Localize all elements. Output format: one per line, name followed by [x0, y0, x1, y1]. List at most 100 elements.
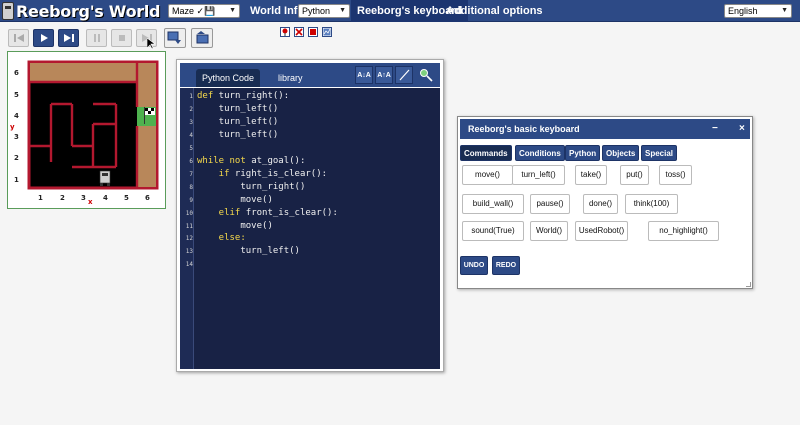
line-number: 9: [189, 196, 193, 204]
code-keyword: def: [197, 91, 214, 101]
line-number: 11: [185, 222, 193, 230]
y-axis-label: 2: [14, 154, 19, 162]
world-select[interactable]: Maze ✓💾 ▼: [168, 4, 240, 18]
code-line: def turn_right():: [197, 91, 289, 102]
code-line: else:: [197, 233, 246, 244]
language-select[interactable]: Python ▼: [298, 4, 350, 18]
y-axis-label: 3: [14, 133, 19, 141]
editor-header: Python Code library A↓A A↑A: [180, 63, 440, 87]
command-button[interactable]: take(): [575, 165, 607, 185]
code-line: move(): [197, 195, 273, 206]
tab-library[interactable]: library: [272, 69, 309, 87]
command-button[interactable]: move(): [462, 165, 513, 185]
y-axis-label: 6: [14, 69, 19, 77]
line-number: 5: [189, 144, 193, 152]
line-number: 10: [185, 209, 193, 217]
command-button[interactable]: build_wall(): [462, 194, 524, 214]
code-line: while not at_goal():: [197, 156, 305, 167]
command-button[interactable]: World(): [530, 221, 568, 241]
undo-button[interactable]: UNDO: [460, 256, 488, 275]
code-line: turn_left(): [197, 246, 300, 257]
graph-icon[interactable]: [322, 27, 332, 37]
code-text: move(): [197, 194, 273, 205]
load-world-icon: [196, 31, 209, 44]
code-text: move(): [197, 220, 273, 231]
command-button[interactable]: no_highlight(): [648, 221, 719, 241]
increase-font-button[interactable]: A↑A: [375, 66, 393, 84]
code-text: right_is_clear():: [229, 168, 328, 179]
additional-options-menu[interactable]: Additional options: [440, 0, 549, 22]
tab-python-code[interactable]: Python Code: [196, 69, 261, 87]
redo-button[interactable]: REDO: [492, 256, 520, 275]
code-text: turn_left(): [197, 116, 279, 127]
world-select-value: Maze ✓💾: [172, 6, 216, 16]
decrease-font-button[interactable]: A↓A: [355, 66, 373, 84]
highlight-toggle-icon[interactable]: [280, 27, 290, 37]
code-line: move(): [197, 221, 273, 232]
step-button[interactable]: [58, 29, 79, 47]
code-line: if right_is_clear():: [197, 169, 327, 180]
basic-keyboard-panel: Reeborg's basic keyboard − × Commands Con…: [457, 116, 753, 289]
command-button[interactable]: done(): [583, 194, 618, 214]
keyboard-tab-commands[interactable]: Commands: [460, 145, 512, 161]
delete-icon[interactable]: [294, 27, 304, 37]
x-axis-label: 5: [124, 194, 129, 202]
y-axis-label: 4: [14, 112, 19, 120]
pause-button[interactable]: [86, 29, 107, 47]
step-icon: [63, 34, 74, 42]
robot-logo-icon: [2, 2, 14, 20]
command-button[interactable]: toss(): [659, 165, 692, 185]
chevron-down-icon: ▼: [781, 7, 788, 14]
load-world-button[interactable]: [191, 28, 213, 48]
run-button[interactable]: [33, 29, 54, 47]
keyboard-tab-special[interactable]: Special: [641, 145, 678, 161]
line-number: 1: [189, 93, 193, 100]
watch-button[interactable]: [417, 66, 435, 84]
locale-select-value: English: [728, 6, 758, 16]
command-button[interactable]: UsedRobot(): [575, 221, 628, 241]
command-button[interactable]: think(100): [625, 194, 678, 214]
save-world-button[interactable]: [164, 28, 186, 48]
keyboard-tab-python[interactable]: Python: [565, 145, 601, 161]
stop-button[interactable]: [111, 29, 132, 47]
code-line: turn_left(): [197, 129, 279, 141]
pause-icon: [93, 34, 100, 42]
line-number: 8: [189, 183, 193, 191]
code-line: turn_left(): [197, 116, 279, 128]
resize-handle[interactable]: [746, 282, 751, 287]
reverse-step-button[interactable]: [8, 29, 29, 47]
minimize-icon[interactable]: −: [712, 119, 718, 139]
stop-icon: [118, 35, 125, 41]
chevron-down-icon: ▼: [339, 7, 346, 14]
play-icon: [40, 34, 48, 42]
code-editor-panel: Python Code library A↓A A↑A 1 2 3 4 5 6 7 8 9 10 1…: [176, 59, 444, 372]
watch-variables-icon[interactable]: [308, 27, 318, 37]
magnifier-icon: [420, 69, 433, 82]
code-text: turn_left(): [197, 246, 300, 257]
line-number: 7: [189, 170, 193, 178]
logo: Reeborg's World: [2, 1, 161, 21]
keyboard-tab-conditions[interactable]: Conditions: [515, 145, 565, 161]
x-axis-label: 4: [103, 194, 108, 202]
command-button[interactable]: pause(): [530, 194, 570, 214]
highlight-toggle-button[interactable]: [395, 66, 413, 84]
line-number: 13: [185, 248, 193, 256]
language-select-value: Python: [302, 6, 331, 16]
x-axis-marker: x: [88, 198, 93, 206]
code-keyword: while not: [197, 155, 246, 166]
code-text: turn_left(): [197, 129, 279, 140]
command-button[interactable]: turn_left(): [512, 165, 565, 185]
top-menu-bar: Reeborg's World Maze ✓💾 ▼ World Info Pyt…: [0, 0, 800, 22]
command-button[interactable]: sound(True): [462, 221, 524, 241]
locale-select[interactable]: English ▼: [724, 4, 792, 18]
app-title: Reeborg's World: [16, 1, 161, 21]
x-axis-label: 3: [81, 194, 86, 202]
close-icon[interactable]: ×: [739, 119, 745, 139]
y-axis-label: 5: [14, 91, 19, 99]
keyboard-tab-objects[interactable]: Objects: [602, 145, 640, 161]
line-number: 14: [185, 261, 193, 269]
line-number: 6: [189, 157, 193, 165]
code-text: front_is_clear():: [240, 207, 338, 218]
code-area[interactable]: 1 2 3 4 5 6 7 8 9 10 11 12 13 14 def turn_right(): tu…: [180, 88, 440, 369]
command-button[interactable]: put(): [620, 165, 649, 185]
